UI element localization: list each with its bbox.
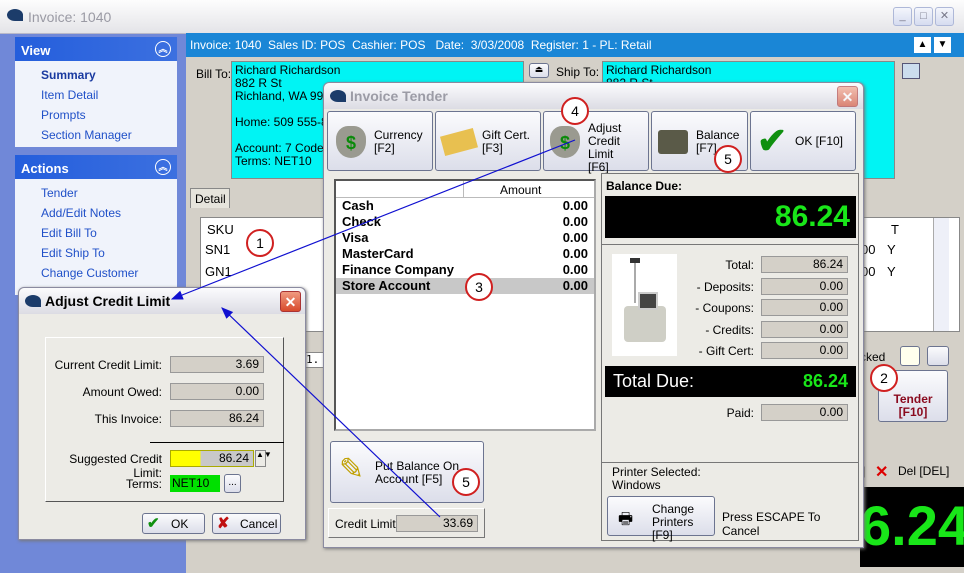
callout-2: 2 [870,364,898,392]
callout-5b: 5 [452,468,480,496]
callout-1: 1 [246,229,274,257]
arrow-from-credit-limit [221,307,441,518]
callout-3: 3 [465,273,493,301]
callout-4: 4 [561,97,589,125]
callout-5: 5 [714,145,742,173]
arrow-to-dialog-title [170,139,576,300]
